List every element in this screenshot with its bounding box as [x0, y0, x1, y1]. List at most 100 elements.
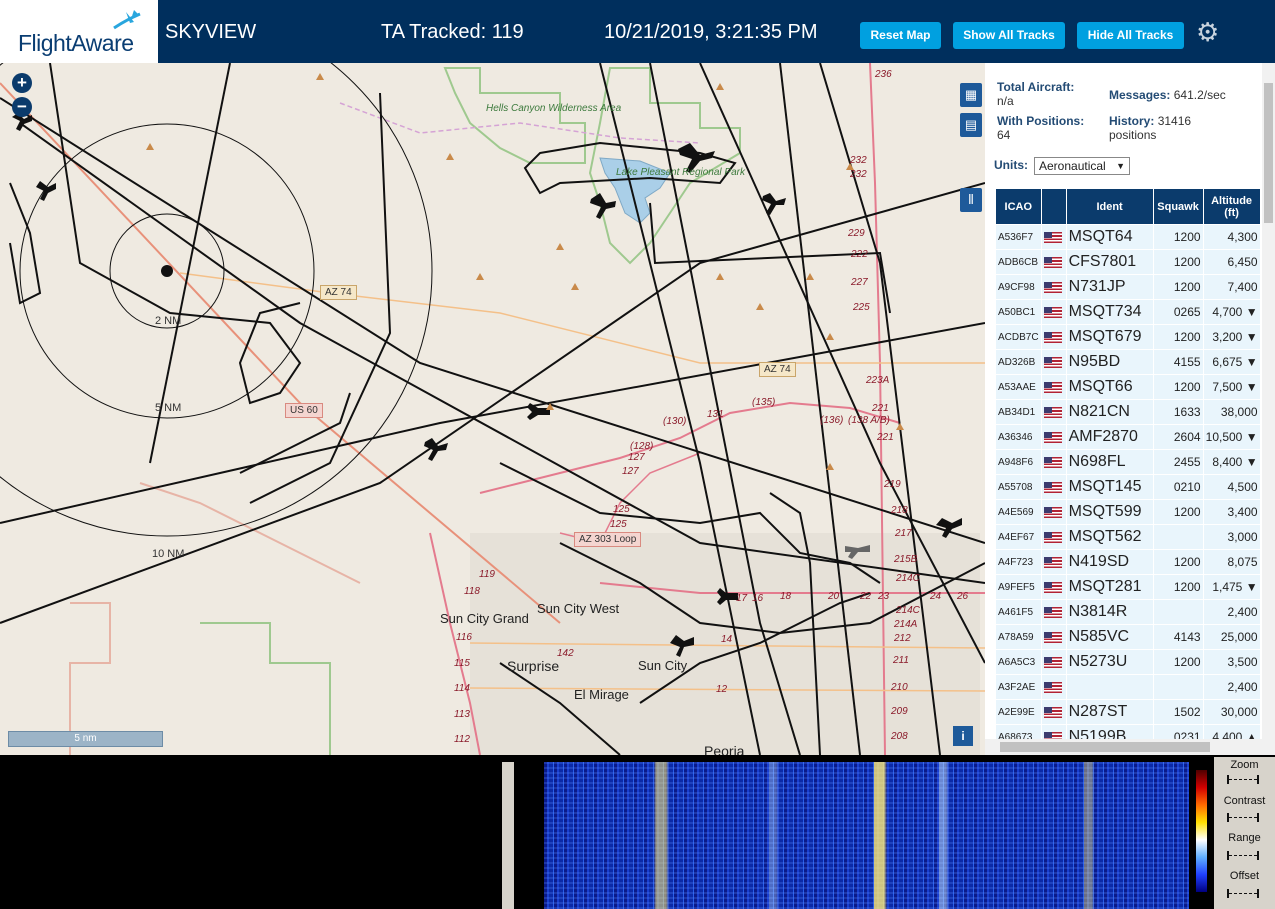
us-flag-icon — [1043, 381, 1062, 393]
us-flag-icon — [1043, 431, 1062, 443]
us-flag-icon — [1043, 631, 1062, 643]
icao-cell: A6A5C3 — [995, 649, 1042, 675]
hide-all-tracks-button[interactable]: Hide All Tracks — [1077, 22, 1184, 49]
icao-cell: A9CF98 — [995, 274, 1042, 300]
table-row[interactable]: ADB6CB CFS7801 1200 6,450 — [995, 249, 1261, 275]
hwy-marker: 214C — [896, 605, 920, 616]
offset-slider[interactable] — [1227, 889, 1259, 898]
us-flag-icon — [1043, 481, 1062, 493]
table-row[interactable]: A6A5C3 N5273U 1200 3,500 — [995, 649, 1261, 675]
grid-icon[interactable]: ▤ — [960, 113, 982, 137]
col-icao[interactable]: ICAO — [995, 188, 1042, 225]
hwy-marker: 223A — [866, 375, 890, 386]
col-altitude[interactable]: Altitude (ft) — [1202, 188, 1261, 225]
ident-cell: MSQT734 — [1065, 299, 1154, 325]
hwy-marker: 212 — [894, 633, 911, 644]
squawk-cell: 1200 — [1152, 649, 1204, 675]
app-title: SKYVIEW — [165, 21, 257, 43]
col-ident[interactable]: Ident — [1065, 188, 1154, 225]
table-row[interactable]: A78A59 N585VC 4143 25,000 — [995, 624, 1261, 650]
flag-cell — [1040, 224, 1067, 250]
col-squawk[interactable]: Squawk — [1152, 188, 1204, 225]
altitude-cell: 1,475 ▼ — [1202, 574, 1261, 600]
icao-cell: A536F7 — [995, 224, 1042, 250]
flightaware-logo[interactable]: FlightAware — [0, 0, 158, 63]
label-hells-canyon: Hells Canyon Wilderness Area — [486, 103, 622, 114]
contrast-label: Contrast — [1223, 795, 1266, 807]
table-row[interactable]: A55708 MSQT145 0210 4,500 — [995, 474, 1261, 500]
icao-cell: A55708 — [995, 474, 1042, 500]
hwy-marker: 217 — [895, 528, 912, 539]
squawk-cell — [1152, 524, 1204, 550]
ident-cell: MSQT679 — [1065, 324, 1154, 350]
zoom-slider[interactable] — [1227, 775, 1259, 784]
ident-cell: MSQT145 — [1065, 474, 1154, 500]
hwy-marker: (138 A/B) — [848, 415, 890, 426]
table-row[interactable]: A53AAE MSQT66 1200 7,500 ▼ — [995, 374, 1261, 400]
table-row[interactable]: A4EF67 MSQT562 3,000 — [995, 524, 1261, 550]
icao-cell: A948F6 — [995, 449, 1042, 475]
reset-map-button[interactable]: Reset Map — [860, 22, 941, 49]
col-flag[interactable] — [1040, 188, 1067, 225]
ident-cell: N698FL — [1065, 449, 1154, 475]
icao-cell: A2E99E — [995, 699, 1042, 725]
current-datetime: 10/21/2019, 3:21:35 PM — [604, 21, 818, 43]
waterfall-spectrogram — [544, 762, 1189, 909]
flag-cell — [1040, 574, 1067, 600]
gear-icon[interactable]: ⚙ — [1196, 19, 1220, 45]
range-slider[interactable] — [1227, 851, 1259, 860]
contrast-slider[interactable] — [1227, 813, 1259, 822]
table-row[interactable]: A9FEF5 MSQT281 1200 1,475 ▼ — [995, 574, 1261, 600]
columns-icon[interactable]: ⦀ — [960, 188, 982, 212]
flag-cell — [1040, 699, 1067, 725]
hwy-marker: 18 — [780, 591, 792, 602]
table-horizontal-scrollbar[interactable] — [985, 739, 1275, 755]
flag-cell — [1040, 274, 1067, 300]
table-vertical-scrollbar[interactable] — [1262, 63, 1275, 739]
table-row[interactable]: A461F5 N3814R 2,400 — [995, 599, 1261, 625]
squawk-cell: 1200 — [1152, 224, 1204, 250]
flag-cell — [1040, 649, 1067, 675]
squawk-cell: 2604 — [1152, 424, 1204, 450]
flag-cell — [1040, 349, 1067, 375]
icao-cell: A3F2AE — [995, 674, 1042, 700]
show-all-tracks-button[interactable]: Show All Tracks — [953, 22, 1065, 49]
flag-cell — [1040, 674, 1067, 700]
hwy-marker: 215B — [894, 554, 918, 565]
table-row[interactable]: A9CF98 N731JP 1200 7,400 — [995, 274, 1261, 300]
hwy-marker: 214A — [894, 619, 918, 630]
table-row[interactable]: A50BC1 MSQT734 0265 4,700 ▼ — [995, 299, 1261, 325]
table-row[interactable]: A3F2AE 2,400 — [995, 674, 1261, 700]
us-flag-icon — [1043, 256, 1062, 268]
us-flag-icon — [1043, 456, 1062, 468]
us-flag-icon — [1043, 531, 1062, 543]
table-row[interactable]: A536F7 MSQT64 1200 4,300 — [995, 224, 1261, 250]
map-view[interactable]: Hells Canyon Wilderness Area Lake Pleasa… — [0, 63, 985, 755]
units-dropdown[interactable]: Aeronautical ▼ — [1034, 157, 1130, 175]
hwy-marker: 232 — [850, 155, 867, 166]
table-row[interactable]: AD326B N95BD 4155 6,675 ▼ — [995, 349, 1261, 375]
flag-cell — [1040, 524, 1067, 550]
map-layers-icon[interactable]: ▦ — [960, 83, 982, 107]
table-row[interactable]: AB34D1 N821CN 1633 38,000 — [995, 399, 1261, 425]
ident-cell — [1065, 674, 1154, 700]
zoom-in-icon[interactable]: + — [12, 73, 32, 93]
zoom-out-icon[interactable]: − — [12, 97, 32, 117]
table-row[interactable]: A948F6 N698FL 2455 8,400 ▼ — [995, 449, 1261, 475]
offset-label: Offset — [1229, 870, 1260, 882]
table-row[interactable]: A4E569 MSQT599 1200 3,400 — [995, 499, 1261, 525]
table-row[interactable]: A4F723 N419SD 1200 8,075 — [995, 549, 1261, 575]
hwy-marker: (136) — [820, 415, 844, 426]
squawk-cell — [1152, 599, 1204, 625]
table-row[interactable]: ACDB7C MSQT679 1200 3,200 ▼ — [995, 324, 1261, 350]
us-flag-icon — [1043, 231, 1062, 243]
icao-cell: A50BC1 — [995, 299, 1042, 325]
table-row[interactable]: A36346 AMF2870 2604 10,500 ▼ — [995, 424, 1261, 450]
info-icon[interactable]: i — [953, 726, 973, 746]
hwy-marker: 12 — [716, 684, 728, 695]
logo-text: FlightAware — [18, 30, 134, 56]
table-row[interactable]: A2E99E N287ST 1502 30,000 — [995, 699, 1261, 725]
label-peoria: Peoria — [704, 743, 745, 755]
icao-cell: A4EF67 — [995, 524, 1042, 550]
ident-cell: N821CN — [1065, 399, 1154, 425]
